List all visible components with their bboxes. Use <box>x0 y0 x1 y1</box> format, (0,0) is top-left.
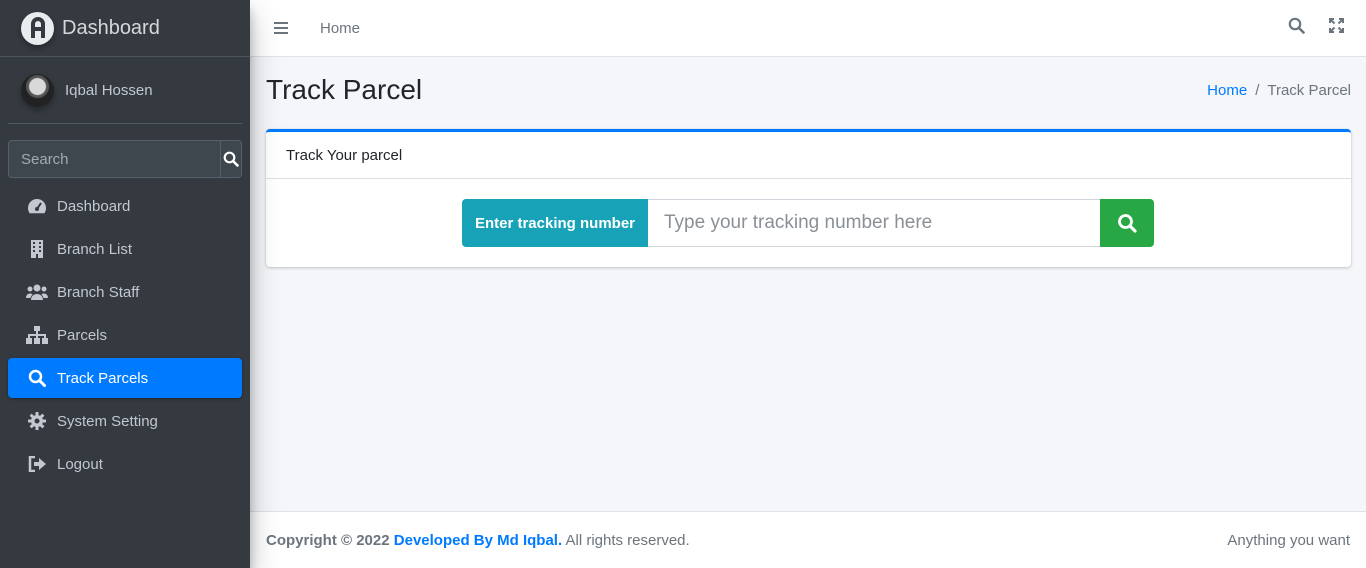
developer-link[interactable]: Developed By Md Iqbal. <box>394 532 562 549</box>
sidebar-item-label: System Setting <box>57 412 158 430</box>
brand-text: Dashboard <box>62 16 160 39</box>
sidebar-item-label: Logout <box>57 455 103 473</box>
sidebar-item-system-setting[interactable]: System Setting <box>8 401 242 441</box>
navbar-search-icon[interactable] <box>1288 17 1305 39</box>
gear-icon <box>26 411 48 431</box>
rights-text: All rights reserved. <box>565 531 690 549</box>
sidebar-item-label: Track Parcels <box>57 369 149 387</box>
sidebar-search <box>8 140 242 178</box>
search-icon <box>26 368 48 388</box>
card-body: Enter tracking number <box>266 179 1351 267</box>
brand-logo-icon <box>21 11 54 45</box>
sidebar-item-parcels[interactable]: Parcels <box>8 315 242 355</box>
users-icon <box>26 282 48 302</box>
breadcrumb-home-link[interactable]: Home <box>1207 82 1247 99</box>
menu-toggle-icon[interactable] <box>274 22 288 34</box>
sidebar-item-branch-staff[interactable]: Branch Staff <box>8 272 242 312</box>
breadcrumb-current: Track Parcel <box>1267 81 1351 99</box>
tracking-input-group: Enter tracking number <box>462 199 1154 247</box>
footer: Copyright © 2022 Developed By Md Iqbal. … <box>250 511 1366 568</box>
track-search-button[interactable] <box>1100 199 1154 247</box>
content-header: Track Parcel Home / Track Parcel <box>266 72 1351 108</box>
fullscreen-icon[interactable] <box>1329 18 1344 38</box>
search-icon <box>1118 214 1137 233</box>
sidebar-item-label: Dashboard <box>57 197 131 215</box>
building-icon <box>26 239 48 259</box>
sidebar-item-label: Branch Staff <box>57 283 140 301</box>
sidebar-search-input[interactable] <box>8 140 220 178</box>
card-title: Track Your parcel <box>266 132 1351 179</box>
tracking-number-input[interactable] <box>648 199 1100 247</box>
tachometer-icon <box>26 196 48 216</box>
sidebar-item-logout[interactable]: Logout <box>8 444 242 484</box>
track-parcel-card: Track Your parcel Enter tracking number <box>266 129 1351 267</box>
sidebar-item-label: Branch List <box>57 240 133 258</box>
avatar <box>21 73 54 107</box>
sidebar: Dashboard Iqbal Hossen Dashboard Branch … <box>0 0 250 568</box>
sidebar-item-track-parcels[interactable]: Track Parcels <box>8 358 242 398</box>
sidebar-search-button[interactable] <box>220 140 242 178</box>
footer-right-text: Anything you want <box>1227 531 1350 549</box>
sidebar-item-branch-list[interactable]: Branch List <box>8 229 242 269</box>
search-icon <box>223 151 239 167</box>
breadcrumb-separator: / <box>1255 81 1260 99</box>
footer-copyright: Copyright © 2022 Developed By Md Iqbal. … <box>266 532 690 549</box>
top-navbar: Home <box>250 0 1366 57</box>
brand-link[interactable]: Dashboard <box>0 0 250 57</box>
sitemap-icon <box>26 325 48 345</box>
sidebar-item-label: Parcels <box>57 326 108 344</box>
sidebar-nav: Dashboard Branch List Branch Staff Parce… <box>8 186 242 487</box>
tracking-input-label: Enter tracking number <box>462 199 648 247</box>
breadcrumb: Home / Track Parcel <box>1207 82 1351 99</box>
user-name[interactable]: Iqbal Hossen <box>65 82 153 99</box>
copyright-text: Copyright © 2022 <box>266 531 390 549</box>
sidebar-item-dashboard[interactable]: Dashboard <box>8 186 242 226</box>
user-panel[interactable]: Iqbal Hossen <box>8 57 242 124</box>
sign-out-icon <box>26 454 48 474</box>
navbar-home-link[interactable]: Home <box>320 20 360 37</box>
page-title: Track Parcel <box>266 74 423 105</box>
